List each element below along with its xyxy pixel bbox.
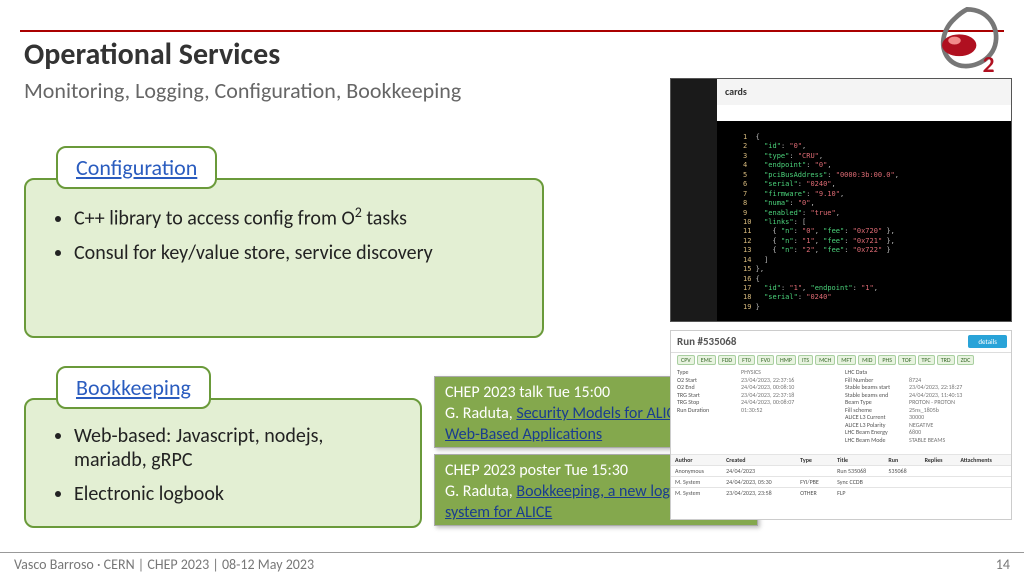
bookkeeping-tab-label[interactable]: Bookkeeping [56, 366, 211, 409]
bk-bullet-1: Web-based: Javascript, nodejs, mariadb, … [74, 424, 400, 472]
page-subtitle: Monitoring, Logging, Configuration, Book… [24, 77, 461, 104]
action-button[interactable]: details [968, 335, 1007, 348]
code-block: 1 { 2 "id": "0", 3 "type": "CRU", 4 "end… [737, 127, 1005, 315]
bookkeeping-screenshot: Run #535068 details CPVEMCFDDFT0FV0HMPIT… [670, 330, 1012, 520]
configuration-tab-label[interactable]: Configuration [56, 146, 217, 189]
bk-bullet-2: Electronic logbook [74, 482, 400, 506]
configuration-card: Configuration C++ library to access conf… [24, 178, 544, 338]
slide-footer: Vasco Barroso · CERN | CHEP 2023 | 08-12… [0, 552, 1024, 576]
svg-text:2: 2 [983, 51, 995, 78]
consul-screenshot: cards 1 { 2 "id": "0", 3 "type": "CRU", … [670, 78, 1012, 322]
bookkeeping-card: Bookkeeping Web-based: Javascript, nodej… [24, 398, 422, 528]
config-bullet-2: Consul for key/value store, service disc… [74, 241, 522, 265]
config-bullet-1: C++ library to access config from O2 tas… [74, 204, 522, 231]
page-number: 14 [996, 556, 1010, 573]
run-header: Run #535068 [671, 331, 1011, 353]
page-title: Operational Services [24, 36, 461, 73]
alice-o2-logo: 2 [928, 0, 1006, 78]
